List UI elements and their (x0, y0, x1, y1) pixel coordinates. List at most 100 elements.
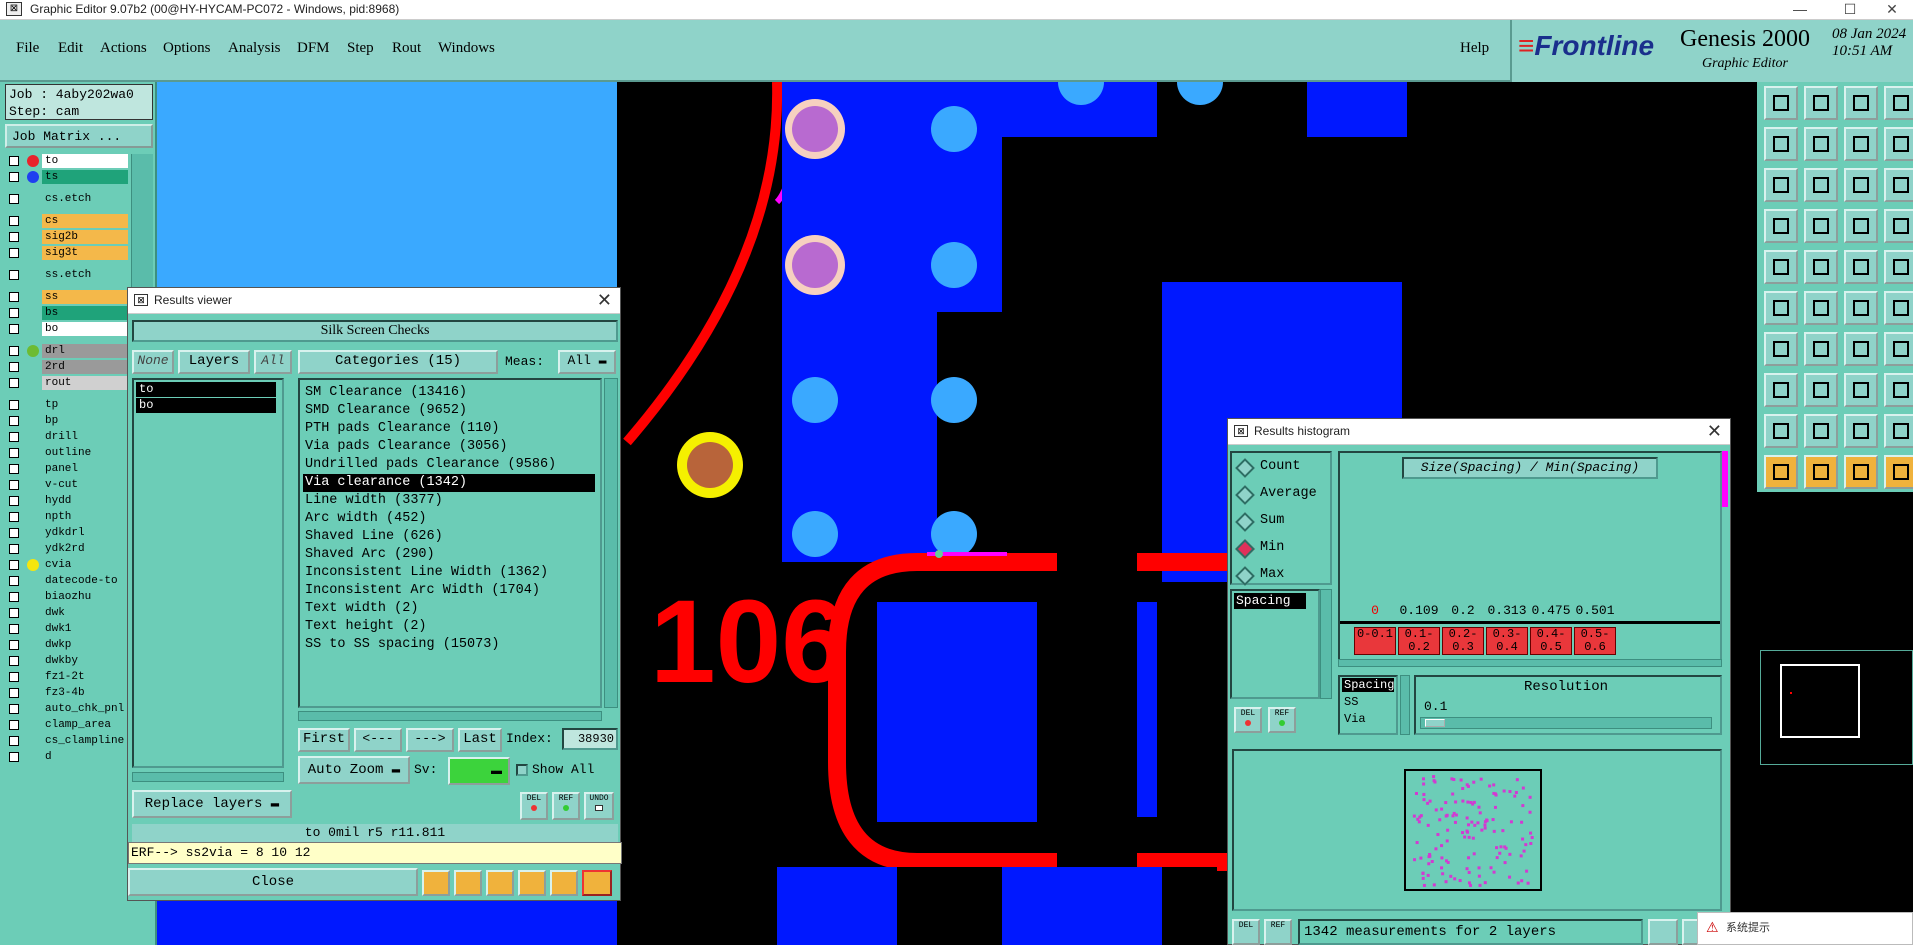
cursor-icon[interactable] (1764, 455, 1798, 489)
job-matrix-button[interactable]: Job Matrix ... (5, 124, 153, 148)
cross-icon[interactable] (1804, 291, 1838, 325)
undo-button[interactable]: UNDO (584, 792, 614, 820)
save-icon[interactable] (1804, 86, 1838, 120)
layer-row[interactable]: tp (5, 398, 128, 412)
hist-del-button[interactable]: DEL (1234, 707, 1262, 733)
show-all-checkbox[interactable] (516, 764, 528, 776)
hist-ref-button[interactable]: REF (1268, 707, 1296, 733)
first-button[interactable]: First (298, 728, 350, 752)
category-list-vscroll[interactable] (604, 378, 618, 708)
sv-color-dropdown[interactable]: ▬ (448, 757, 510, 785)
layer-checkbox[interactable] (9, 216, 19, 226)
menu-help[interactable]: Help (1460, 40, 1489, 57)
layer-name[interactable]: dwkby (42, 654, 128, 668)
net-icon[interactable] (1764, 291, 1798, 325)
screen-icon[interactable] (454, 870, 482, 896)
cursor2-icon[interactable] (1804, 455, 1838, 489)
layer-row[interactable]: d (5, 750, 128, 764)
layer-row[interactable]: bp (5, 414, 128, 428)
layer-row[interactable]: v-cut (5, 478, 128, 492)
histogram-bar[interactable]: 0.5-0.6 (1574, 627, 1616, 655)
auto-zoom-dropdown[interactable]: Auto Zoom ▬ (298, 756, 410, 784)
select-all-button[interactable]: All (254, 350, 292, 374)
layer-row[interactable]: dwkp (5, 638, 128, 652)
layer-checkbox[interactable] (9, 576, 19, 586)
average-radio[interactable] (1235, 485, 1255, 505)
layer-name[interactable]: datecode-to (42, 574, 128, 588)
layer-row[interactable]: bo (5, 322, 128, 336)
del-button[interactable]: DEL (520, 792, 548, 820)
layer-checkbox[interactable] (9, 720, 19, 730)
layer-checkbox[interactable] (9, 624, 19, 634)
ratio-icon[interactable] (1844, 168, 1878, 202)
tri2-icon[interactable] (1844, 414, 1878, 448)
redo-icon[interactable] (1884, 127, 1913, 161)
menu-analysis[interactable]: Analysis (228, 40, 281, 57)
pad-icon[interactable] (1884, 250, 1913, 284)
layer-name[interactable]: drill (42, 430, 128, 444)
res-attr-item[interactable]: Spacing (1342, 678, 1394, 692)
maximize-button[interactable]: ☐ (1830, 0, 1870, 18)
histogram-icon[interactable] (582, 870, 612, 896)
min-radio[interactable] (1235, 539, 1255, 559)
grid-icon[interactable] (1804, 209, 1838, 243)
system-toast[interactable]: ⚠ 系统提示 (1697, 912, 1913, 945)
category-item[interactable]: Text width (2) (303, 600, 595, 618)
menu-step[interactable]: Step (347, 40, 374, 57)
layer-checkbox[interactable] (9, 688, 19, 698)
layer-checkbox[interactable] (9, 232, 19, 242)
layer-checkbox[interactable] (9, 400, 19, 410)
index-input[interactable]: 38930 (562, 728, 618, 750)
layer-name[interactable]: cs_clampline (42, 734, 128, 748)
sum-radio[interactable] (1235, 512, 1255, 532)
category-item[interactable]: Text height (2) (303, 618, 595, 636)
layer-name[interactable]: ydkdrl (42, 526, 128, 540)
menu-rout[interactable]: Rout (392, 40, 421, 57)
layer-checkbox[interactable] (9, 528, 19, 538)
layer-name[interactable]: ydk2rd (42, 542, 128, 556)
graph-icon[interactable] (422, 870, 450, 896)
line-icon[interactable] (1764, 332, 1798, 366)
ref-button[interactable]: REF (552, 792, 580, 820)
layer-name[interactable]: fz1-2t (42, 670, 128, 684)
slider-thumb[interactable] (1425, 719, 1445, 727)
layer-name[interactable]: bs (42, 306, 128, 320)
category-item[interactable]: SS to SS spacing (15073) (303, 636, 595, 654)
cross-icon[interactable] (486, 870, 514, 896)
layer-name[interactable]: panel (42, 462, 128, 476)
layer-name[interactable]: hydd (42, 494, 128, 508)
layer-checkbox[interactable] (9, 672, 19, 682)
tri3-icon[interactable] (1884, 414, 1913, 448)
layer-row[interactable]: fz3-4b (5, 686, 128, 700)
layer-name[interactable]: v-cut (42, 478, 128, 492)
layer-row[interactable]: rout (5, 376, 128, 390)
result-layer-item[interactable]: to (136, 382, 276, 397)
layer-name[interactable]: biaozhu (42, 590, 128, 604)
layer-checkbox[interactable] (9, 270, 19, 280)
layer-name[interactable]: bo (42, 322, 128, 336)
pin-icon[interactable] (1884, 209, 1913, 243)
histogram-bar[interactable]: 0.2-0.3 (1442, 627, 1484, 655)
resize-icon[interactable] (1844, 373, 1878, 407)
resolution-slider[interactable] (1420, 717, 1712, 729)
category-item[interactable]: SM Clearance (13416) (303, 384, 595, 402)
layer-checkbox[interactable] (9, 560, 19, 570)
category-item[interactable]: Via clearance (1342) (303, 474, 595, 492)
layer-row[interactable]: npth (5, 510, 128, 524)
result-layer-item[interactable]: bo (136, 398, 276, 413)
layer-row[interactable]: 2rd (5, 360, 128, 374)
fit-icon[interactable] (1764, 127, 1798, 161)
layer-name[interactable]: tp (42, 398, 128, 412)
layer-checkbox[interactable] (9, 656, 19, 666)
res-attr-vscroll[interactable] (1400, 675, 1410, 735)
category-item[interactable]: Shaved Arc (290) (303, 546, 595, 564)
prev-button[interactable]: <--- (354, 728, 402, 752)
layer-row[interactable]: sig3t (5, 246, 128, 260)
layer-row[interactable]: cs.etch (5, 192, 128, 206)
layer-checkbox[interactable] (9, 248, 19, 258)
layer-row[interactable]: cs_clampline (5, 734, 128, 748)
histogram-hscroll[interactable] (1338, 659, 1722, 667)
menu-windows[interactable]: Windows (438, 40, 495, 57)
menu-actions[interactable]: Actions (100, 40, 147, 57)
category-item[interactable]: Shaved Line (626) (303, 528, 595, 546)
